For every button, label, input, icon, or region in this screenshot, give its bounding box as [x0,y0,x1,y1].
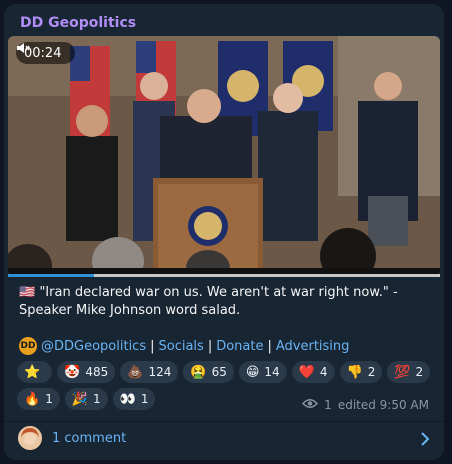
reaction-count: 1 [93,392,101,406]
reaction-count: 124 [148,365,172,379]
separator: | [267,338,272,354]
heart-icon: ❤️ [298,364,315,380]
message-card: DD Geopolitics 00:24 🇺🇸 "Iran declared w… [4,4,444,460]
dd-badge-icon: DD [19,337,37,355]
hundred-icon: 💯 [394,364,411,380]
eyes-icon: 👀 [119,391,136,407]
reaction-thumbs-down[interactable]: 👎 2 [339,361,383,383]
clown-icon: 🤡 [64,364,81,380]
reaction-count: 2 [367,365,376,379]
chevron-right-icon [420,431,430,450]
party-popper-icon: 🎉 [71,391,89,407]
reaction-count: 1 [140,392,149,406]
view-count: 1 [324,398,332,412]
video-player[interactable]: 00:24 [8,36,440,276]
reaction-star[interactable]: ⭐ [17,361,53,383]
thumbs-down-icon: 👎 [346,364,363,380]
us-flag-icon: 🇺🇸 [19,285,36,300]
separator: | [207,338,213,354]
caption-text: "Iran declared war on us. We aren't at w… [19,285,398,318]
video-progress-bar[interactable] [8,274,440,277]
reaction-count: 1 [45,392,53,406]
poop-icon: 💩 [127,364,144,380]
reaction-poop[interactable]: 💩 124 [120,361,179,383]
reaction-eyes[interactable]: 👀 1 [112,388,156,410]
edited-time: edited 9:50 AM [337,398,429,412]
reaction-count: 485 [85,365,109,379]
separator: | [150,338,155,354]
commenter-avatar [18,426,42,450]
handle-link[interactable]: @DDGeopolitics [41,339,146,354]
channel-name[interactable]: DD Geopolitics [20,15,136,31]
post-meta: 1 edited 9:50 AM [302,398,429,412]
reaction-hundred[interactable]: 💯 2 [387,361,431,383]
views-eye-icon [302,398,319,412]
vomit-icon: 🤮 [190,364,207,380]
comments-button[interactable]: 1 comment [4,422,444,460]
comments-label: 1 comment [52,431,127,446]
reaction-party[interactable]: 🎉 1 [64,388,108,410]
video-time-badge: 00:24 [16,42,76,64]
star-icon: ⭐ [24,364,41,380]
advertising-link[interactable]: Advertising [276,339,350,354]
grin-icon: 😁 [245,364,260,380]
fire-icon: 🔥 [24,391,41,407]
donate-link[interactable]: Donate [216,339,263,354]
reaction-vomit[interactable]: 🤮 65 [183,361,234,383]
reaction-count: 2 [415,365,424,379]
channel-links: DD @DDGeopolitics | Socials | Donate | A… [19,337,349,355]
reaction-count: 14 [264,365,280,379]
post-caption: 🇺🇸 "Iran declared war on us. We aren't a… [19,284,434,320]
reaction-heart[interactable]: ❤️ 4 [291,361,335,383]
reaction-count: 65 [211,365,227,379]
reaction-grin[interactable]: 😁 14 [238,361,287,383]
reaction-clown[interactable]: 🤡 485 [57,361,116,383]
reaction-count: 4 [319,365,328,379]
reaction-fire[interactable]: 🔥 1 [17,388,60,410]
video-frame [8,36,440,276]
socials-link[interactable]: Socials [159,339,204,354]
video-progress-fill [8,274,95,277]
